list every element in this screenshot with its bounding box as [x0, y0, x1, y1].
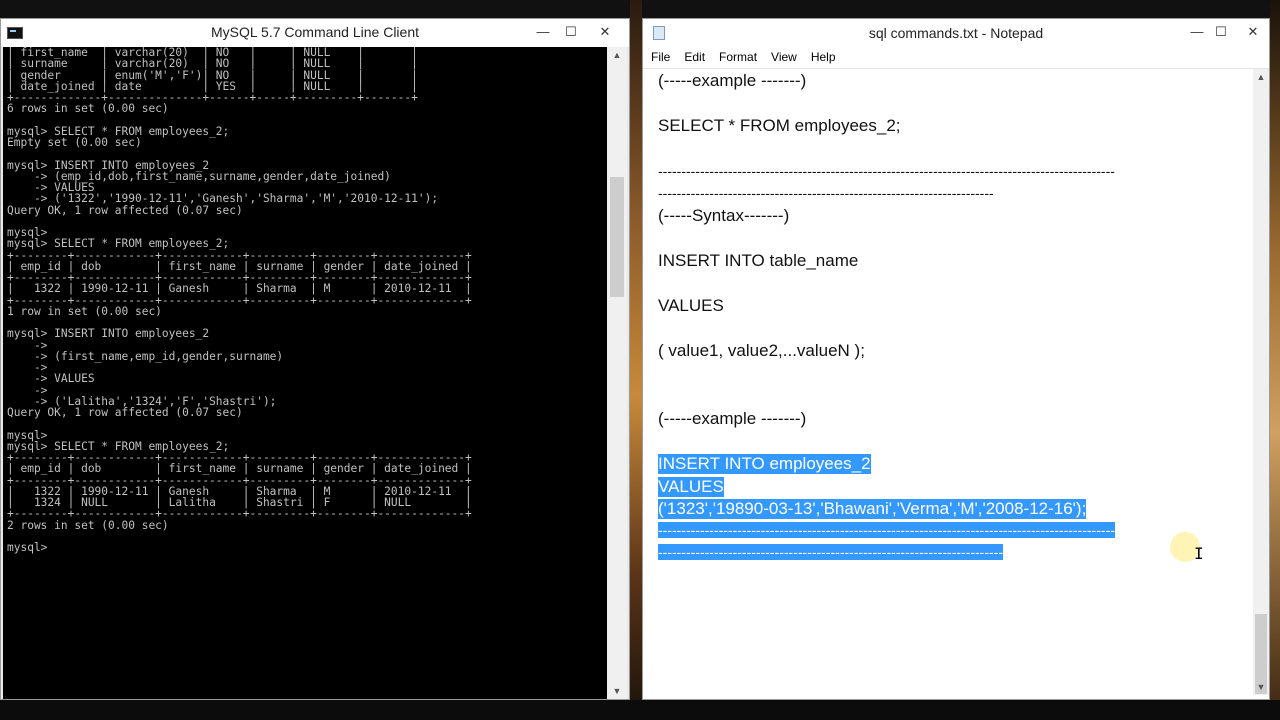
text-line: (-----example -------) [658, 409, 807, 428]
text-line: ----------------------------------------… [658, 185, 994, 201]
console-minimize-button[interactable]: — [529, 21, 557, 43]
selected-text-line: ('1323','19890-03-13','Bhawani','Verma',… [658, 499, 1087, 519]
notepad-titlebar[interactable]: sql commands.txt - Notepad — ☐ ✕ [643, 19, 1269, 47]
menu-file[interactable]: File [643, 47, 676, 64]
desktop-wallpaper [630, 0, 642, 720]
notepad-maximize-button[interactable]: ☐ [1207, 21, 1235, 43]
text-line: (-----Syntax-------) [658, 206, 790, 225]
menu-format[interactable]: Format [711, 47, 763, 64]
notepad-menubar: File Edit Format View Help [643, 47, 1269, 69]
text-line: ( value1, value2,...valueN ); [658, 341, 865, 360]
text-line: SELECT * FROM employees_2; [658, 116, 901, 135]
selected-text-line: INSERT INTO employees_2 [658, 454, 871, 474]
console-scroll-down-icon[interactable]: ▼ [607, 683, 627, 699]
text-cursor-icon: I [1194, 544, 1204, 563]
mysql-console-window[interactable]: MySQL 5.7 Command Line Client — ☐ ✕ | fi… [0, 18, 630, 700]
console-close-button[interactable]: ✕ [591, 21, 619, 43]
selected-text-line: VALUES [658, 477, 724, 497]
menu-edit[interactable]: Edit [676, 47, 711, 64]
desktop-wallpaper-right [1270, 0, 1280, 720]
console-maximize-button[interactable]: ☐ [557, 21, 585, 43]
text-line: ----------------------------------------… [658, 163, 1115, 179]
text-line: (-----example -------) [658, 71, 807, 90]
console-scroll-up-icon[interactable]: ▲ [607, 47, 627, 63]
text-line: VALUES [658, 296, 724, 315]
notepad-scroll-down-icon[interactable]: ▼ [1253, 679, 1269, 695]
console-titlebar[interactable]: MySQL 5.7 Command Line Client — ☐ ✕ [1, 19, 629, 47]
console-scroll-thumb[interactable] [610, 177, 624, 297]
notepad-window-title: sql commands.txt - Notepad [868, 25, 1044, 41]
console-output-area[interactable]: | first_name | varchar(20) | NO | | NULL… [3, 47, 607, 699]
menu-view[interactable]: View [763, 47, 803, 64]
notepad-window[interactable]: sql commands.txt - Notepad — ☐ ✕ File Edi… [642, 18, 1270, 700]
taskbar-edge [0, 700, 1280, 720]
notepad-close-button[interactable]: ✕ [1239, 21, 1267, 43]
menu-help[interactable]: Help [803, 47, 842, 64]
notepad-scrollbar[interactable]: ▲ ▼ [1253, 69, 1269, 695]
text-line: INSERT INTO table_name [658, 251, 859, 270]
selected-text-line: ----------------------------------------… [658, 544, 1003, 560]
console-scrollbar[interactable]: ▲ ▼ [607, 47, 627, 699]
notepad-scroll-up-icon[interactable]: ▲ [1253, 69, 1269, 85]
notepad-text-area[interactable]: (-----example -------) SELECT * FROM emp… [649, 69, 1253, 695]
selected-text-line: ----------------------------------------… [658, 522, 1115, 538]
console-output-text: | first_name | varchar(20) | NO | | NULL… [7, 47, 472, 554]
